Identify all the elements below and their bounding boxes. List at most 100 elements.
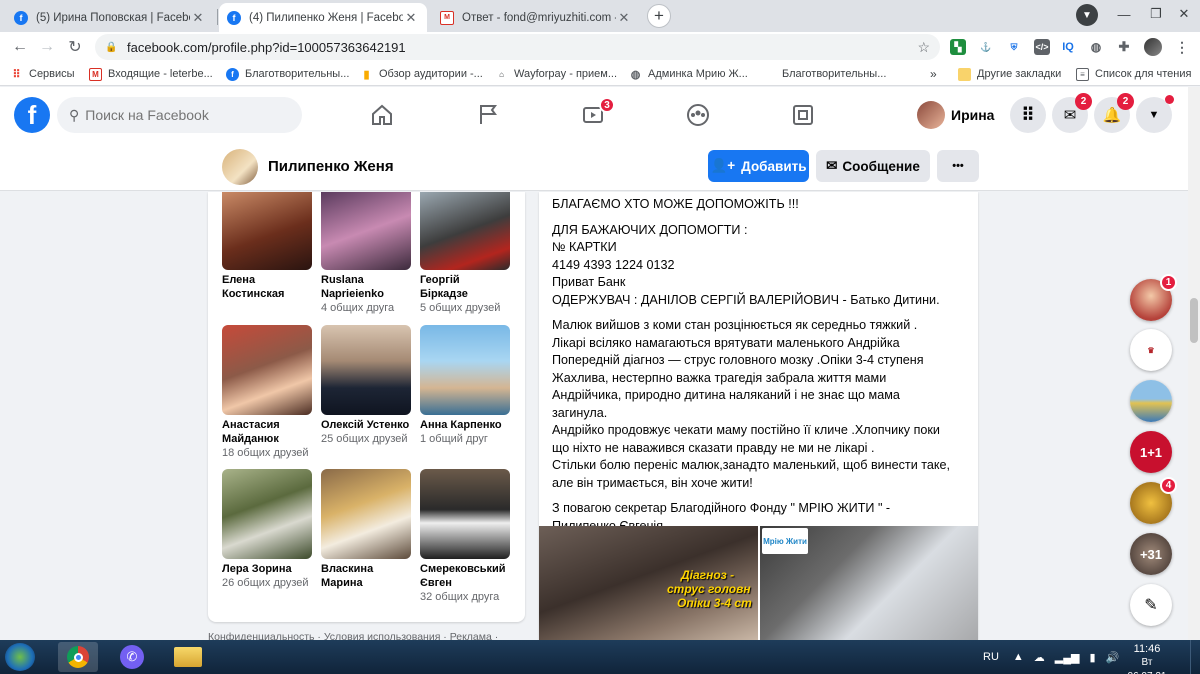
post-image[interactable]: Мрію Жити [760, 526, 978, 640]
close-window-icon[interactable]: ✕ [1168, 0, 1200, 28]
shield-icon[interactable]: ⛨ [1006, 39, 1022, 55]
bookmark-item[interactable]: f Благотворительны... [226, 66, 349, 82]
scrollbar-thumb[interactable] [1190, 298, 1198, 343]
home-nav-button[interactable] [362, 95, 402, 135]
friend-photo[interactable] [321, 325, 411, 415]
network-icon[interactable]: ▂▄▆ [1055, 651, 1080, 664]
watch-nav-button[interactable]: 3 [573, 95, 615, 135]
close-icon[interactable]: ✕ [403, 10, 419, 26]
address-bar[interactable]: 🔒 facebook.com/profile.php?id=1000573636… [95, 34, 940, 60]
bookmark-item[interactable]: ⠿ Сервисы [10, 66, 75, 82]
menu-icon[interactable]: ⋮ [1174, 39, 1190, 55]
friend-name[interactable]: Власкина Марина [321, 562, 411, 590]
friend-photo[interactable] [321, 192, 411, 270]
friend-photo[interactable] [321, 469, 411, 559]
other-bookmarks-folder[interactable]: Другие закладки [958, 66, 1061, 82]
friend-photo[interactable] [222, 325, 312, 415]
chrome-taskbar-button[interactable] [58, 642, 98, 672]
taskbar-clock[interactable]: 11:46 Вт 06.07.21 [1122, 642, 1172, 674]
extension-icon[interactable]: ▚ [950, 39, 966, 55]
bookmark-item[interactable]: Благотворительны... [763, 66, 886, 82]
friend-item[interactable]: Лера Зорина 26 общих друзей [222, 469, 312, 590]
chat-head[interactable] [1130, 380, 1172, 422]
profile-avatar[interactable] [222, 149, 258, 185]
friend-item[interactable]: Олексій Устенко 25 общих друзей [321, 325, 411, 446]
bookmark-star-icon[interactable]: ☆ [917, 39, 930, 56]
browser-tab[interactable]: M Ответ - fond@mriyuzhiti.com - п ✕ [432, 3, 640, 32]
close-icon[interactable]: ✕ [190, 10, 206, 26]
profile-name[interactable]: Пилипенко Женя [268, 158, 394, 175]
friend-name[interactable]: Лера Зорина [222, 562, 312, 576]
add-friend-button[interactable]: 👤+ Добавить [708, 150, 809, 182]
notifications-button[interactable]: 🔔 2 [1094, 93, 1134, 133]
new-message-button[interactable]: ✎ [1130, 584, 1172, 626]
profile-shortcut[interactable]: Ирина [917, 99, 994, 131]
forward-icon[interactable]: → [35, 35, 59, 59]
friend-name[interactable]: Олексій Устенко [321, 418, 411, 432]
volume-icon[interactable]: 🔊 [1106, 651, 1120, 664]
friend-item[interactable]: Анастасия Майданюк 18 общих друзей [222, 325, 312, 460]
battery-icon[interactable]: ▮ [1090, 651, 1096, 664]
friend-item[interactable]: Смерековський Євген 32 общих друга [420, 469, 510, 604]
more-chats-button[interactable]: +31 [1130, 533, 1172, 575]
menu-button[interactable]: ⠿ [1010, 97, 1046, 133]
pages-nav-button[interactable] [468, 95, 508, 135]
puzzle-icon[interactable]: ✚ [1116, 39, 1132, 55]
facebook-logo-icon[interactable]: f [14, 97, 50, 133]
cloud-icon[interactable]: ☁ [1034, 651, 1045, 664]
reading-list-button[interactable]: ≡ Список для чтения [1076, 66, 1191, 82]
friend-name[interactable]: Смерековський Євген [420, 562, 510, 590]
show-desktop-button[interactable] [1190, 640, 1200, 674]
reload-icon[interactable]: ↻ [63, 35, 87, 59]
gaming-nav-button[interactable] [783, 95, 823, 135]
extension-icon[interactable]: ⚓ [978, 39, 994, 55]
chat-head[interactable]: 4 [1130, 477, 1177, 524]
search-bar[interactable]: ⚲ [57, 97, 302, 133]
friend-name[interactable]: Анастасия Майданюк [222, 418, 312, 446]
bookmark-item[interactable]: ▮ Обзор аудитории -... [360, 66, 483, 82]
post-image[interactable]: Діагноз - струс головн Опіки 3-4 ст [539, 526, 758, 640]
friend-photo[interactable] [420, 469, 510, 559]
friend-name[interactable]: Ruslana Naprieienko [321, 273, 411, 301]
viber-taskbar-button[interactable]: ✆ [112, 642, 152, 672]
chat-head[interactable]: 1+1 [1130, 431, 1172, 473]
friend-name[interactable]: Георгій Біркадзе [420, 273, 510, 301]
friend-item[interactable]: Анна Карпенко 1 общий друг [420, 325, 510, 446]
friend-item[interactable]: Елена Костинская [222, 192, 312, 301]
start-button[interactable] [5, 643, 35, 671]
friend-photo[interactable] [222, 192, 312, 270]
friend-name[interactable]: Елена Костинская [222, 273, 312, 301]
back-icon[interactable]: ← [8, 35, 32, 59]
bookmark-item[interactable]: M Входящие - leterbe... [89, 66, 213, 82]
friend-name[interactable]: Анна Карпенко [420, 418, 510, 432]
chat-head[interactable]: ♛ [1130, 329, 1172, 371]
language-indicator[interactable]: RU [983, 651, 999, 663]
search-input[interactable] [85, 107, 276, 123]
message-button[interactable]: ✉ Сообщение [816, 150, 930, 182]
friend-photo[interactable] [420, 192, 510, 270]
bookmark-item[interactable]: ⌂ Wayforpay - прием... [495, 66, 617, 82]
close-icon[interactable]: ✕ [616, 10, 632, 26]
bookmarks-overflow-button[interactable]: » [930, 66, 937, 82]
groups-nav-button[interactable] [678, 95, 718, 135]
friend-item[interactable]: Ruslana Naprieienko 4 общих друга [321, 192, 411, 315]
profile-avatar[interactable] [1144, 38, 1162, 56]
messenger-button[interactable]: ✉ 2 [1052, 93, 1092, 133]
iq-extension-icon[interactable]: IQ [1060, 39, 1076, 55]
bookmark-item[interactable]: ◍ Админка Мрию Ж... [629, 66, 748, 82]
friend-photo[interactable] [222, 469, 312, 559]
tray-arrow-icon[interactable]: ▲ [1013, 651, 1024, 663]
friend-photo[interactable] [420, 325, 510, 415]
explorer-taskbar-button[interactable] [168, 642, 208, 672]
more-options-button[interactable]: ••• [937, 150, 979, 182]
account-button[interactable]: ▼ [1136, 95, 1174, 133]
browser-tab[interactable]: f (5) Ирина Поповская | Facebook ✕ [6, 3, 214, 32]
globe-icon[interactable]: ◍ [1088, 39, 1104, 55]
page-scrollbar[interactable] [1188, 87, 1200, 640]
friend-item[interactable]: Власкина Марина [321, 469, 411, 590]
chat-head[interactable]: 1 [1130, 274, 1177, 321]
browser-tab-active[interactable]: f (4) Пилипенко Женя | Facebook ✕ [219, 3, 427, 32]
friend-item[interactable]: Георгій Біркадзе 5 общих друзей [420, 192, 510, 315]
code-extension-icon[interactable]: </> [1034, 39, 1050, 55]
tab-search-icon[interactable]: ▼ [1076, 4, 1098, 26]
